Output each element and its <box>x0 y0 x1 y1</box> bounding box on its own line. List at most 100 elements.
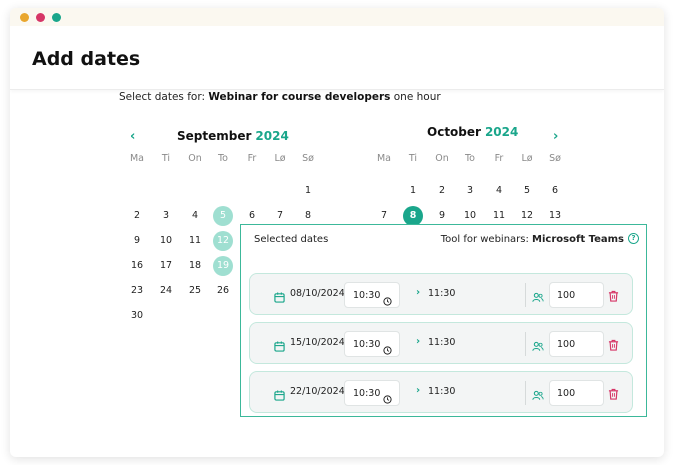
weekday-label: Ma <box>376 153 392 164</box>
weekday-label: Lø <box>521 153 533 164</box>
chevron-right-icon: › <box>416 287 421 298</box>
window-dot-green[interactable] <box>52 13 61 22</box>
chevron-right-icon: › <box>416 336 421 347</box>
clock-icon[interactable] <box>383 340 392 355</box>
start-time-input[interactable]: 10:30 <box>344 380 400 406</box>
calendar-day-13[interactable]: 13 <box>541 206 569 226</box>
weekday-label: Ti <box>408 153 418 164</box>
calendar-day-7[interactable]: 7 <box>370 206 398 226</box>
weekday-label: Fr <box>247 153 257 164</box>
capacity-input[interactable]: 100 <box>549 282 604 308</box>
weekday-label: To <box>464 153 475 164</box>
end-time: 11:30 <box>428 337 456 348</box>
help-icon[interactable]: ? <box>628 233 639 244</box>
calendar-icon <box>274 288 285 303</box>
chevron-right-icon: › <box>416 385 421 396</box>
calendar-day-10[interactable]: 10 <box>456 206 484 226</box>
calendar-day-10[interactable]: 10 <box>152 231 180 251</box>
calendar-day-8[interactable]: 8 <box>294 206 322 226</box>
calendar-day-16[interactable]: 16 <box>123 256 151 276</box>
subtitle-prefix: Select dates for: <box>119 91 209 103</box>
calendar-header: September 2024 <box>177 129 289 143</box>
row-divider <box>525 283 526 307</box>
weekday-label: Lø <box>274 153 286 164</box>
row-date: 15/10/2024 <box>290 337 345 348</box>
people-icon <box>532 288 544 302</box>
start-time-value: 10:30 <box>353 339 381 350</box>
start-time-input[interactable]: 10:30 <box>344 331 400 357</box>
calendar-day-6[interactable]: 6 <box>238 206 266 226</box>
selected-date-row: 15/10/2024 10:30 › 11:30 100 <box>249 322 633 364</box>
row-date: 08/10/2024 <box>290 288 345 299</box>
page-header: Add dates <box>10 26 664 90</box>
subtitle-suffix: one hour <box>390 91 441 103</box>
calendar-day-9[interactable]: 9 <box>123 231 151 251</box>
calendar-day-12[interactable]: 12 <box>213 231 233 251</box>
select-dates-subtitle: Select dates for: Webinar for course dev… <box>119 91 441 103</box>
calendar-day-4[interactable]: 4 <box>485 181 513 201</box>
calendar-year: 2024 <box>484 125 519 139</box>
calendar-day-5[interactable]: 5 <box>513 181 541 201</box>
page-title: Add dates <box>32 48 141 70</box>
calendar-day-17[interactable]: 17 <box>152 256 180 276</box>
calendar-day-3[interactable]: 3 <box>152 206 180 226</box>
capacity-input[interactable]: 100 <box>549 380 604 406</box>
trash-icon[interactable] <box>608 287 619 302</box>
calendar-day-25[interactable]: 25 <box>181 281 209 301</box>
weekday-label: Sø <box>302 153 314 164</box>
calendar-day-11[interactable]: 11 <box>485 206 513 226</box>
calendar-month: September <box>177 129 252 143</box>
selected-dates-panel: Selected dates Tool for webinars: Micros… <box>240 224 647 417</box>
capacity-value: 100 <box>557 339 576 350</box>
people-icon <box>532 386 544 400</box>
clock-icon[interactable] <box>383 389 392 404</box>
calendar-day-2[interactable]: 2 <box>428 181 456 201</box>
calendar-day-7[interactable]: 7 <box>266 206 294 226</box>
next-month-button[interactable]: › <box>553 129 558 144</box>
calendar-day-8[interactable]: 8 <box>403 206 423 226</box>
start-time-input[interactable]: 10:30 <box>344 282 400 308</box>
capacity-input[interactable]: 100 <box>549 331 604 357</box>
calendar-year: 2024 <box>255 129 289 143</box>
calendar-day-6[interactable]: 6 <box>541 181 569 201</box>
calendar-day-19[interactable]: 19 <box>213 256 233 276</box>
weekday-label: On <box>188 153 202 164</box>
weekday-label: To <box>217 153 228 164</box>
capacity-value: 100 <box>557 290 576 301</box>
clock-icon[interactable] <box>383 291 392 306</box>
calendar-day-11[interactable]: 11 <box>181 231 209 251</box>
calendar-day-23[interactable]: 23 <box>123 281 151 301</box>
weekday-label: Fr <box>494 153 504 164</box>
calendar-day-4[interactable]: 4 <box>181 206 209 226</box>
calendar-day-5[interactable]: 5 <box>213 206 233 226</box>
tool-value: Microsoft Teams <box>532 234 624 245</box>
calendar-day-3[interactable]: 3 <box>456 181 484 201</box>
calendar-day-1[interactable]: 1 <box>399 181 427 201</box>
course-name: Webinar for course developers <box>208 91 391 103</box>
start-time-value: 10:30 <box>353 290 381 301</box>
calendar-day-9[interactable]: 9 <box>428 206 456 226</box>
calendar-day-2[interactable]: 2 <box>123 206 151 226</box>
calendar-day-26[interactable]: 26 <box>209 281 237 301</box>
prev-month-button[interactable]: ‹ <box>130 129 135 144</box>
trash-icon[interactable] <box>608 336 619 351</box>
calendar-day-12[interactable]: 12 <box>513 206 541 226</box>
weekday-label: On <box>435 153 449 164</box>
calendar-day-30[interactable]: 30 <box>123 306 151 326</box>
calendar-day-24[interactable]: 24 <box>152 281 180 301</box>
trash-icon[interactable] <box>608 385 619 400</box>
window-dot-red[interactable] <box>36 13 45 22</box>
selected-date-row: 08/10/2024 10:30 › 11:30 100 <box>249 273 633 315</box>
calendar-day-18[interactable]: 18 <box>181 256 209 276</box>
weekday-label: Ti <box>161 153 171 164</box>
weekday-label: Ma <box>129 153 145 164</box>
row-date: 22/10/2024 <box>290 386 345 397</box>
start-time-value: 10:30 <box>353 388 381 399</box>
calendar-day-1[interactable]: 1 <box>294 181 322 201</box>
selected-date-row: 22/10/2024 10:30 › 11:30 100 <box>249 371 633 413</box>
window-titlebar <box>10 8 664 26</box>
webinar-tool: Tool for webinars: Microsoft Teams <box>441 234 624 245</box>
window-dot-orange[interactable] <box>20 13 29 22</box>
end-time: 11:30 <box>428 386 456 397</box>
selected-dates-label: Selected dates <box>254 234 329 245</box>
